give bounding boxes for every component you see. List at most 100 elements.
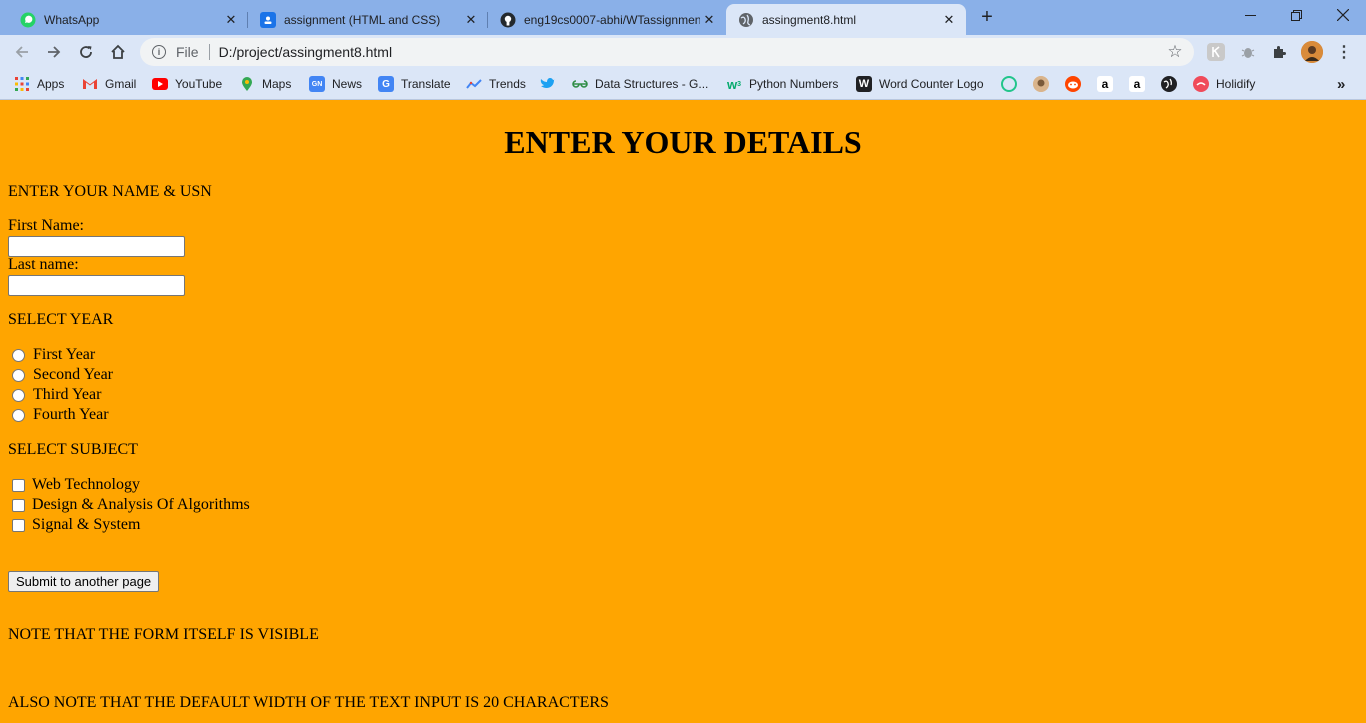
checkbox[interactable] xyxy=(12,518,25,532)
checkbox[interactable] xyxy=(12,498,25,512)
close-window-icon[interactable] xyxy=(1320,0,1366,30)
amazon-icon[interactable]: a xyxy=(1129,76,1145,92)
year-option-second[interactable]: Second Year xyxy=(12,366,113,384)
tab-assingment8[interactable]: assingment8.html ✕ xyxy=(726,4,966,35)
restore-icon[interactable] xyxy=(1273,0,1319,30)
radio-button[interactable] xyxy=(12,388,25,402)
radio-button[interactable] xyxy=(12,348,25,362)
year-option-label: First Year xyxy=(33,346,96,363)
bookmark-twitter[interactable] xyxy=(540,75,563,93)
subject-option-signal-system[interactable]: Signal & System xyxy=(12,516,140,534)
year-option-first[interactable]: First Year xyxy=(12,346,95,364)
bookmark-label: Trends xyxy=(489,77,526,91)
subject-section-label: SELECT SUBJECT xyxy=(8,441,138,458)
first-name-input[interactable] xyxy=(8,236,185,257)
name-section-label: ENTER YOUR NAME & USN xyxy=(8,183,212,200)
maps-icon xyxy=(239,76,255,92)
tab-title: eng19cs0007-abhi/WTassignmen xyxy=(524,12,700,27)
holidify-icon xyxy=(1193,76,1209,92)
reload-icon[interactable] xyxy=(73,39,99,65)
new-tab-icon[interactable]: + xyxy=(976,6,998,28)
circle-extension-icon[interactable] xyxy=(1001,76,1017,92)
last-name-input[interactable] xyxy=(8,275,185,296)
extension-icon[interactable] xyxy=(1207,43,1225,61)
checkbox[interactable] xyxy=(12,478,25,492)
bookmark-label: Translate xyxy=(401,77,451,91)
bug-extension-icon[interactable] xyxy=(1239,43,1257,61)
menu-kebab-icon[interactable]: ⋮ xyxy=(1335,43,1353,61)
minimize-icon[interactable] xyxy=(1227,0,1273,30)
page-content: ENTER YOUR DETAILS ENTER YOUR NAME & USN… xyxy=(0,101,1366,723)
subject-option-label: Design & Analysis Of Algorithms xyxy=(32,496,250,513)
bookmark-data-structures[interactable]: Data Structures - G... xyxy=(572,75,708,93)
year-option-third[interactable]: Third Year xyxy=(12,386,101,404)
radio-button[interactable] xyxy=(12,408,25,422)
close-tab-icon[interactable]: ✕ xyxy=(700,11,718,29)
bookmark-word-counter[interactable]: W Word Counter Logo xyxy=(856,75,984,93)
tab-assignment[interactable]: assignment (HTML and CSS) ✕ xyxy=(248,4,488,35)
year-section-label: SELECT YEAR xyxy=(8,311,114,328)
bookmark-holidify[interactable]: Holidify xyxy=(1193,75,1255,93)
youtube-icon xyxy=(152,78,168,90)
bookmark-maps[interactable]: Maps xyxy=(239,75,291,93)
amazon-icon[interactable]: a xyxy=(1097,76,1113,92)
extensions-puzzle-icon[interactable] xyxy=(1271,43,1289,61)
close-tab-icon[interactable]: ✕ xyxy=(222,11,240,29)
subject-option-label: Web Technology xyxy=(32,476,140,493)
w3schools-icon: w3 xyxy=(726,76,742,92)
profile-avatar-icon[interactable] xyxy=(1301,41,1323,63)
tab-whatsapp[interactable]: WhatsApp ✕ xyxy=(8,4,248,35)
github-icon xyxy=(500,12,516,28)
forward-icon[interactable] xyxy=(41,39,67,65)
bookmark-star-icon[interactable]: ☆ xyxy=(1162,42,1188,62)
year-option-label: Third Year xyxy=(33,386,102,403)
year-option-label: Fourth Year xyxy=(33,406,109,423)
reddit-icon[interactable] xyxy=(1065,76,1081,92)
url-text[interactable]: D:/project/assingment8.html xyxy=(219,44,1162,60)
gmail-icon xyxy=(82,76,98,92)
home-icon[interactable] xyxy=(105,39,131,65)
info-icon[interactable]: i xyxy=(152,45,166,59)
note-form-visible: NOTE THAT THE FORM ITSELF IS VISIBLE xyxy=(8,626,319,643)
bookmark-label: Gmail xyxy=(105,77,137,91)
news-icon: GN xyxy=(309,76,325,92)
address-bar[interactable]: i File D:/project/assingment8.html ☆ xyxy=(140,38,1194,66)
globe-icon xyxy=(738,12,754,28)
twitter-icon xyxy=(540,76,556,92)
subject-option-web-technology[interactable]: Web Technology xyxy=(12,476,140,494)
bookmark-news[interactable]: GN News xyxy=(309,75,362,93)
w-logo-icon: W xyxy=(856,76,872,92)
whatsapp-icon xyxy=(20,12,36,28)
bookmark-youtube[interactable]: YouTube xyxy=(152,75,222,93)
close-tab-icon[interactable]: ✕ xyxy=(940,11,958,29)
more-bookmarks-icon[interactable]: » xyxy=(1337,75,1345,93)
radio-button[interactable] xyxy=(12,368,25,382)
bookmark-trends[interactable]: Trends xyxy=(466,75,526,93)
tab-title: assingment8.html xyxy=(762,12,857,27)
bookmark-gmail[interactable]: Gmail xyxy=(82,75,136,93)
bookmark-label: Data Structures - G... xyxy=(595,77,709,91)
bookmark-label: Holidify xyxy=(1216,77,1256,91)
back-icon[interactable] xyxy=(9,39,35,65)
bookmark-label: YouTube xyxy=(175,77,223,91)
bookmarks-bar: Apps Gmail YouTube Maps GN News G Transl… xyxy=(0,69,1366,100)
note-input-width: ALSO NOTE THAT THE DEFAULT WIDTH OF THE … xyxy=(8,694,609,711)
classroom-icon xyxy=(260,11,276,28)
submit-button[interactable]: Submit to another page xyxy=(8,571,160,592)
subject-option-algorithms[interactable]: Design & Analysis Of Algorithms xyxy=(12,496,250,514)
browser-toolbar: i File D:/project/assingment8.html ☆ ⋮ xyxy=(0,35,1366,69)
tab-github[interactable]: eng19cs0007-abhi/WTassignmen ✕ xyxy=(488,4,726,35)
face-avatar-icon[interactable] xyxy=(1033,76,1049,92)
tab-strip: WhatsApp ✕ assignment (HTML and CSS) ✕ e… xyxy=(0,0,1366,35)
year-option-fourth[interactable]: Fourth Year xyxy=(12,406,109,424)
bookmark-label: News xyxy=(332,77,363,91)
tab-title: assignment (HTML and CSS) xyxy=(284,12,441,27)
bookmark-label: Word Counter Logo xyxy=(879,77,984,91)
url-scheme: File xyxy=(176,44,199,60)
year-option-label: Second Year xyxy=(33,366,113,383)
bookmark-python-numbers[interactable]: w3 Python Numbers xyxy=(726,75,838,93)
bookmark-translate[interactable]: G Translate xyxy=(378,75,451,93)
close-tab-icon[interactable]: ✕ xyxy=(462,11,480,29)
globe-dark-icon[interactable] xyxy=(1161,76,1177,92)
bookmark-apps[interactable]: Apps xyxy=(14,75,64,93)
